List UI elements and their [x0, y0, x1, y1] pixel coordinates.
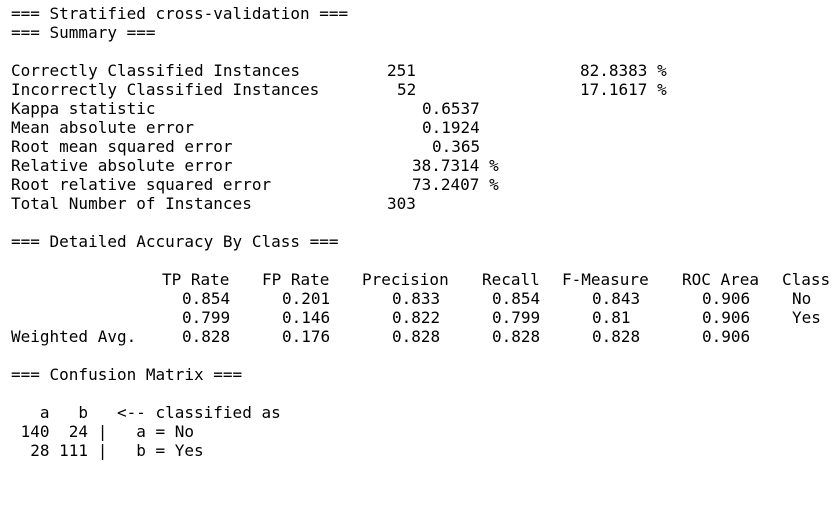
- summary-row: Kappa statistic 0.6537: [11, 99, 480, 118]
- fp-rate-cell: 0.146: [282, 308, 331, 327]
- summary-value: 303: [387, 194, 416, 213]
- column-header: Recall: [482, 270, 540, 289]
- column-header: ROC Area: [682, 270, 760, 289]
- class-cell: No: [792, 289, 812, 308]
- summary-row: Root relative squared error 73.2407 %: [11, 175, 499, 194]
- summary-label: Mean absolute error: [11, 118, 195, 137]
- summary-row: Root mean squared error 0.365: [11, 137, 480, 156]
- summary-percent: 17.1617 %: [580, 80, 667, 99]
- summary-label: Total Number of Instances: [11, 194, 252, 213]
- summary-label: Root relative squared error: [11, 175, 272, 194]
- summary-label: Root mean squared error: [11, 137, 233, 156]
- column-header: F-Measure: [562, 270, 649, 289]
- fp-rate-cell: 0.201: [282, 289, 331, 308]
- stratified-cv-header: === Stratified cross-validation ===: [11, 4, 349, 23]
- f-measure-cell: 0.828: [592, 327, 641, 346]
- classifier-output-panel: === Stratified cross-validation === === …: [11, 4, 831, 460]
- recall-cell: 0.799: [492, 308, 541, 327]
- summary-row: Correctly Classified Instances 251 82.83…: [11, 61, 667, 80]
- fp-rate-cell: 0.176: [282, 327, 331, 346]
- column-header: Precision: [362, 270, 449, 289]
- recall-cell: 0.854: [492, 289, 541, 308]
- roc-area-cell: 0.906: [702, 289, 751, 308]
- detailed-accuracy-header: === Detailed Accuracy By Class ===: [11, 232, 339, 251]
- roc-area-cell: 0.906: [702, 327, 751, 346]
- summary-row: Mean absolute error 0.1924: [11, 118, 480, 137]
- summary-value: 0.6537: [422, 99, 480, 118]
- summary-label: Incorrectly Classified Instances: [11, 80, 320, 99]
- summary-row: Incorrectly Classified Instances 52 17.1…: [11, 80, 667, 99]
- row-label: Weighted Avg.: [11, 327, 137, 346]
- accuracy-row: 0.799 0.146 0.822 0.799 0.81 0.906 Yes: [11, 308, 821, 327]
- precision-cell: 0.822: [392, 308, 441, 327]
- summary-header: === Summary ===: [11, 23, 156, 42]
- recall-cell: 0.828: [492, 327, 541, 346]
- tp-rate-cell: 0.854: [182, 289, 231, 308]
- confusion-matrix-row: 140 24 | a = No: [11, 422, 195, 441]
- summary-value: 0.365: [432, 137, 481, 156]
- summary-value: 251: [387, 61, 416, 80]
- confusion-matrix-row: 28 111 | b = Yes: [11, 441, 204, 460]
- summary-value: 38.7314 %: [412, 156, 499, 175]
- precision-cell: 0.828: [392, 327, 441, 346]
- f-measure-cell: 0.81: [592, 308, 631, 327]
- summary-label: Kappa statistic: [11, 99, 156, 118]
- summary-value: 52: [397, 80, 417, 99]
- summary-value: 0.1924: [422, 118, 480, 137]
- accuracy-row-weighted-avg: Weighted Avg. 0.828 0.176 0.828 0.828 0.…: [11, 327, 750, 346]
- column-header: Class: [782, 270, 831, 289]
- column-header: TP Rate: [162, 270, 230, 289]
- tp-rate-cell: 0.828: [182, 327, 231, 346]
- precision-cell: 0.833: [392, 289, 441, 308]
- accuracy-row: 0.854 0.201 0.833 0.854 0.843 0.906 No: [11, 289, 811, 308]
- summary-row: Total Number of Instances 303: [11, 194, 416, 213]
- column-header: FP Rate: [262, 270, 330, 289]
- summary-percent: 82.8383 %: [580, 61, 667, 80]
- f-measure-cell: 0.843: [592, 289, 641, 308]
- summary-label: Relative absolute error: [11, 156, 233, 175]
- roc-area-cell: 0.906: [702, 308, 751, 327]
- summary-label: Correctly Classified Instances: [11, 61, 300, 80]
- tp-rate-cell: 0.799: [182, 308, 231, 327]
- class-cell: Yes: [792, 308, 821, 327]
- confusion-matrix-header: === Confusion Matrix ===: [11, 365, 243, 384]
- confusion-matrix-column-header: a b <-- classified as: [11, 403, 281, 422]
- summary-value: 73.2407 %: [412, 175, 499, 194]
- accuracy-column-headers: TP Rate FP Rate Precision Recall F-Measu…: [11, 270, 830, 289]
- summary-row: Relative absolute error 38.7314 %: [11, 156, 499, 175]
